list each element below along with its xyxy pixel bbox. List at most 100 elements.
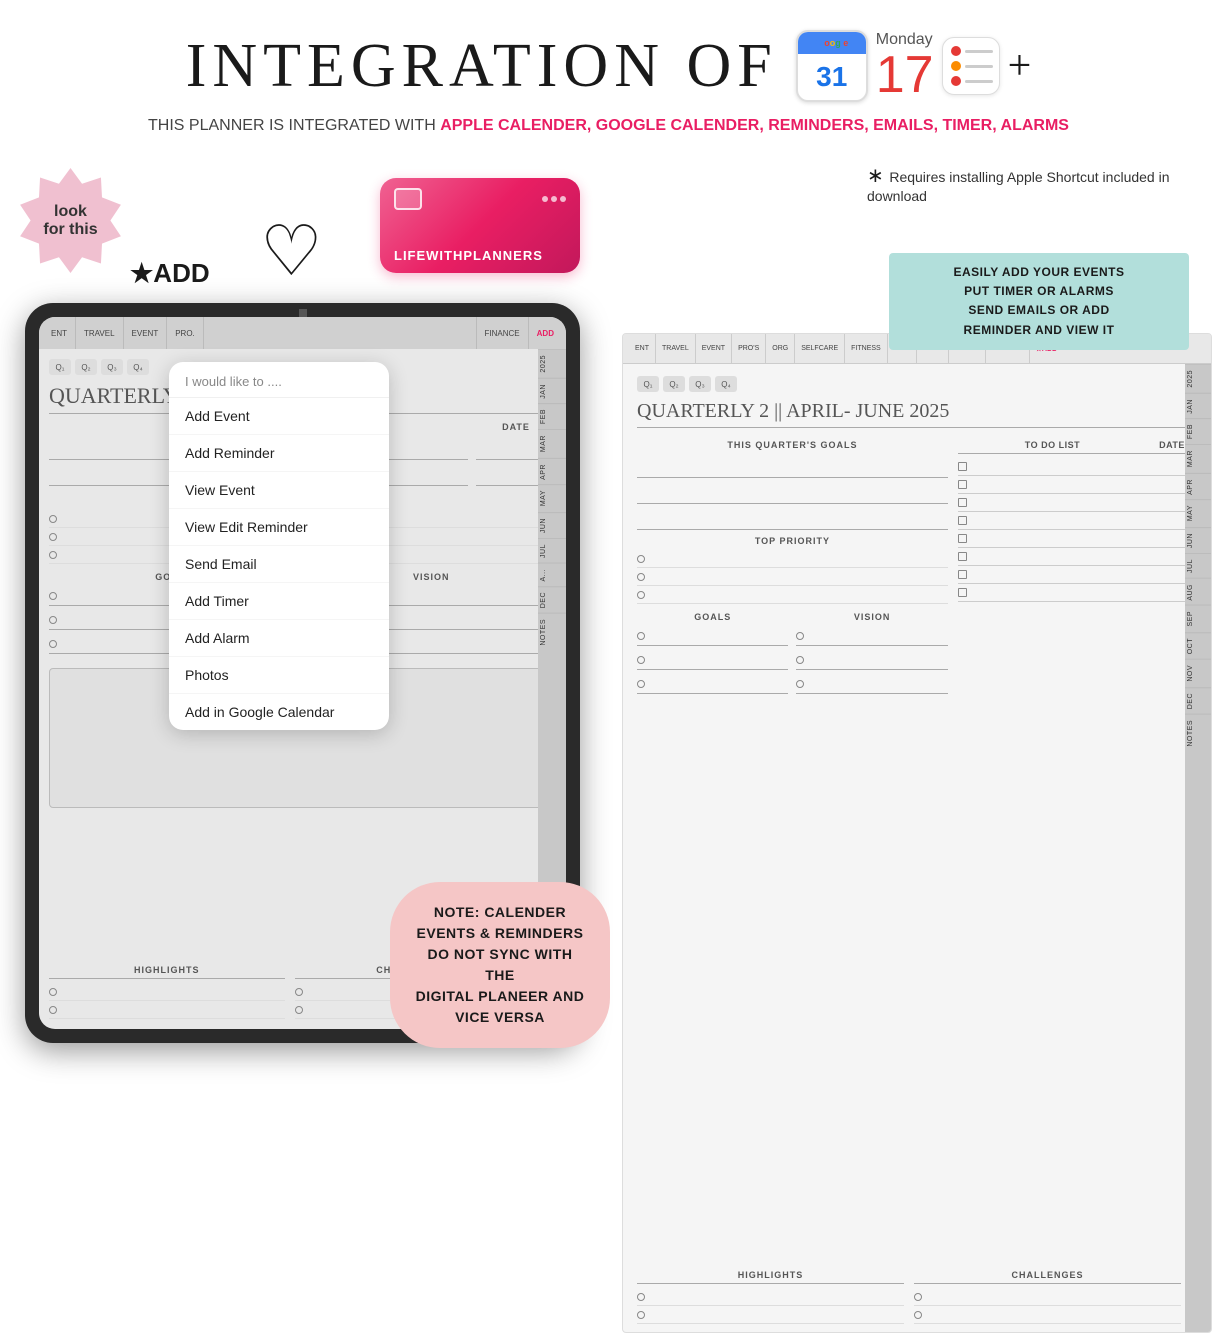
side-tab-sep-left[interactable]: DEC <box>538 586 566 613</box>
reminders-icon <box>942 37 1000 95</box>
q1-btn-right[interactable]: Q₁ <box>637 376 659 392</box>
teal-info-box: EASILY ADD YOUR EVENTS PUT TIMER OR ALAR… <box>889 253 1189 350</box>
lwp-card-device-icon <box>394 188 422 210</box>
this-quarters-goals-right: THIS QUARTER'S GOALS <box>637 440 948 450</box>
note-bubble: NOTE: CALENDER EVENTS & REMINDERS DO NOT… <box>390 882 610 1048</box>
subtitle-plain: THIS PLANNER IS INTEGRATED WITH <box>148 117 440 134</box>
q3-btn[interactable]: Q₃ <box>101 359 123 375</box>
r-vc-3 <box>796 680 804 688</box>
side-tab-aug-left[interactable]: A... <box>538 563 566 587</box>
side-tab-notes-right[interactable]: NOTES <box>1185 714 1211 752</box>
ch-circle-2 <box>295 1006 303 1014</box>
note-line-3: DO NOT SYNC WITH THE <box>428 946 573 983</box>
side-tab-feb-left[interactable]: FEB <box>538 403 566 429</box>
menu-item-send-email[interactable]: Send Email <box>169 546 389 583</box>
todo-cb-8[interactable] <box>958 588 967 597</box>
side-tab-may-left[interactable]: MAY <box>538 484 566 511</box>
pnav-pros[interactable]: PRO'S <box>732 334 766 363</box>
tab-travel[interactable]: TRAVEL <box>76 317 124 349</box>
r-goals-line-2 <box>637 650 788 670</box>
menu-item-add-event[interactable]: Add Event <box>169 398 389 435</box>
todo-cb-7[interactable] <box>958 570 967 579</box>
side-tab-jul-right[interactable]: JUL <box>1185 553 1211 578</box>
pnav-event[interactable]: EVENT <box>696 334 732 363</box>
subtitle-highlighted: APPLE CALENDER, GOOGLE CALENDER, REMINDE… <box>440 117 1069 134</box>
tab-ent[interactable]: ENT <box>43 317 76 349</box>
right-right-col: TO DO LIST DATE <box>958 440 1197 698</box>
hl-circle-2 <box>49 1006 57 1014</box>
reminder-dot-orange <box>951 61 961 71</box>
todo-header: TO DO LIST DATE <box>958 440 1197 454</box>
side-tab-aug-right[interactable]: AUG <box>1185 578 1211 606</box>
context-menu-header: I would like to .... <box>169 362 389 398</box>
star-add-text: ★ADD <box>130 258 210 289</box>
todo-cb-2[interactable] <box>958 480 967 489</box>
side-tab-mar-right[interactable]: MAR <box>1185 444 1211 472</box>
side-tab-oct-right[interactable]: OCT <box>1185 632 1211 659</box>
q2-btn-right[interactable]: Q₂ <box>663 376 685 392</box>
q1-btn[interactable]: Q₁ <box>49 359 71 375</box>
side-tab-feb-right[interactable]: FEB <box>1185 418 1211 444</box>
highlights-col-right: HIGHLIGHTS <box>637 1270 904 1324</box>
todo-cb-5[interactable] <box>958 534 967 543</box>
q4-btn[interactable]: Q₄ <box>127 359 149 375</box>
priority-circle-1 <box>49 515 57 523</box>
r-vc-2 <box>796 656 804 664</box>
challenges-label-right: CHALLENGES <box>914 1270 1181 1284</box>
r-vision-line-3 <box>796 674 947 694</box>
pnav-ent[interactable]: ENT <box>629 334 656 363</box>
goals-vision-row-right: GOALS VISION <box>637 612 948 698</box>
menu-item-photos[interactable]: Photos <box>169 657 389 694</box>
menu-item-view-event[interactable]: View Event <box>169 472 389 509</box>
pnav-org[interactable]: ORG <box>766 334 795 363</box>
side-tab-jan-left[interactable]: JAN <box>538 378 566 404</box>
tab-finance[interactable]: FINANCE <box>477 317 529 349</box>
r-priority-3 <box>637 586 948 604</box>
menu-item-view-edit-reminder[interactable]: View Edit Reminder <box>169 509 389 546</box>
menu-item-add-reminder[interactable]: Add Reminder <box>169 435 389 472</box>
highlights-col-left: HIGHLIGHTS <box>49 965 285 1019</box>
side-tab-dec-right[interactable]: DEC <box>1185 687 1211 714</box>
side-tab-notes-left[interactable]: NOTES <box>538 613 566 651</box>
menu-item-add-timer[interactable]: Add Timer <box>169 583 389 620</box>
r-goals-line-1 <box>637 626 788 646</box>
q4-btn-right[interactable]: Q₄ <box>715 376 737 392</box>
side-tab-jan-right[interactable]: JAN <box>1185 393 1211 419</box>
menu-item-add-google-cal[interactable]: Add in Google Calendar <box>169 694 389 730</box>
context-menu: I would like to .... Add Event Add Remin… <box>169 362 389 730</box>
side-tab-jul-left[interactable]: JUL <box>538 538 566 563</box>
menu-item-add-alarm[interactable]: Add Alarm <box>169 620 389 657</box>
pnav-selfcare[interactable]: SELFCARE <box>795 334 845 363</box>
side-tab-2025-right[interactable]: 2025 <box>1185 364 1211 393</box>
tab-add[interactable]: ADD <box>529 317 562 349</box>
side-tab-mar-left[interactable]: MAR <box>538 429 566 457</box>
side-tab-may-right[interactable]: MAY <box>1185 499 1211 526</box>
todo-row-6 <box>958 548 1197 566</box>
q3-btn-right[interactable]: Q₃ <box>689 376 711 392</box>
side-tab-nov-right[interactable]: NOV <box>1185 659 1211 687</box>
pnav-fitness[interactable]: FITNESS <box>845 334 888 363</box>
right-planner: ENT TRAVEL EVENT PRO'S ORG SELFCARE FITN… <box>622 333 1212 1333</box>
r-gc-1 <box>637 632 645 640</box>
todo-cb-3[interactable] <box>958 498 967 507</box>
lwp-card-top <box>394 188 566 210</box>
q2-btn[interactable]: Q₂ <box>75 359 97 375</box>
side-tab-apr-right[interactable]: APR <box>1185 473 1211 500</box>
side-tab-apr-left[interactable]: APR <box>538 458 566 485</box>
r-vision-line-1 <box>796 626 947 646</box>
side-tab-sep-right[interactable]: SEP <box>1185 605 1211 632</box>
side-tab-2025-left[interactable]: 2025 <box>538 349 566 378</box>
side-tab-jun-right[interactable]: JUN <box>1185 527 1211 553</box>
side-tabs-right[interactable]: 2025 JAN FEB MAR APR MAY JUN JUL AUG SEP… <box>1185 364 1211 1332</box>
todo-cb-1[interactable] <box>958 462 967 471</box>
q-buttons-right: Q₁ Q₂ Q₃ Q₄ <box>637 376 1197 392</box>
todo-cb-6[interactable] <box>958 552 967 561</box>
priority-circle-3 <box>49 551 57 559</box>
page-title: INTEGRATION OF <box>186 31 778 102</box>
highlights-label-left: HIGHLIGHTS <box>49 965 285 979</box>
tab-event[interactable]: EVENT <box>124 317 168 349</box>
side-tab-jun-left[interactable]: JUN <box>538 512 566 538</box>
todo-cb-4[interactable] <box>958 516 967 525</box>
pnav-travel[interactable]: TRAVEL <box>656 334 696 363</box>
tab-pro[interactable]: PRO. <box>167 317 204 349</box>
